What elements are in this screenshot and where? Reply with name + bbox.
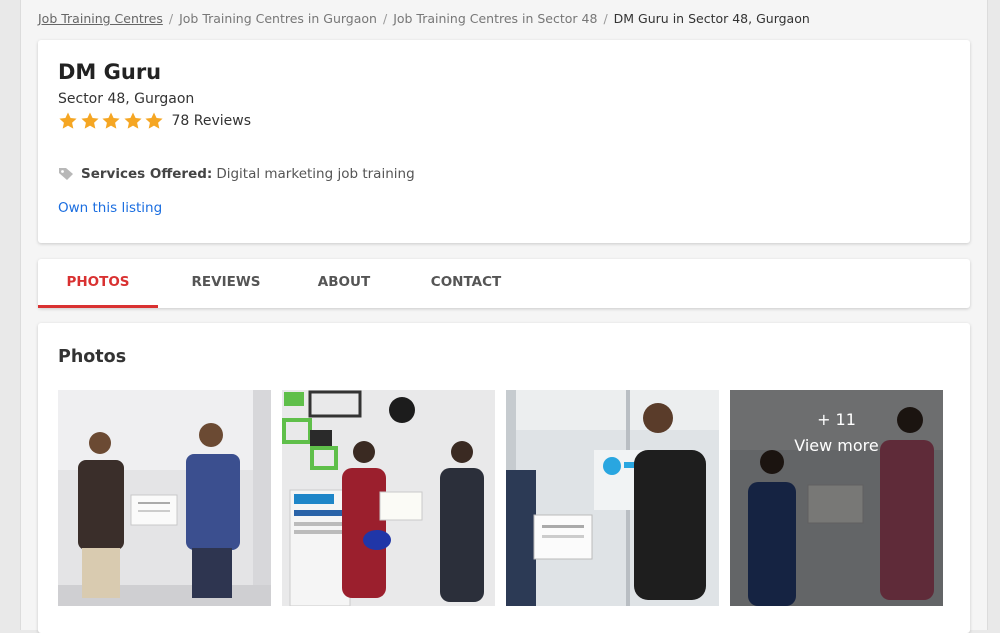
breadcrumb-separator: / <box>168 11 174 26</box>
tab-reviews[interactable]: REVIEWS <box>166 259 286 308</box>
star-icon <box>145 112 163 129</box>
photo-thumbnail-2[interactable] <box>282 390 495 606</box>
own-listing-link[interactable]: Own this listing <box>58 200 162 216</box>
breadcrumb-sector-48[interactable]: Job Training Centres in Sector 48 <box>393 11 597 26</box>
breadcrumb-current: DM Guru in Sector 48, Gurgaon <box>613 11 810 26</box>
business-location: Sector 48, Gurgaon <box>58 91 195 107</box>
services-value: Digital marketing job training <box>216 166 415 182</box>
rating: 78 Reviews <box>58 111 251 131</box>
section-tabs: PHOTOS REVIEWS ABOUT CONTACT <box>38 259 970 308</box>
tab-contact[interactable]: CONTACT <box>406 259 526 308</box>
business-name: DM Guru <box>58 60 162 84</box>
star-icon <box>80 112 99 129</box>
photo-thumbnail-1[interactable] <box>58 390 271 606</box>
photo-thumbnail-4-view-more[interactable]: + 11 View more <box>730 390 943 606</box>
view-more-overlay[interactable]: + 11 View more <box>730 390 943 606</box>
breadcrumb-gurgaon[interactable]: Job Training Centres in Gurgaon <box>179 11 377 26</box>
tab-photos[interactable]: PHOTOS <box>38 259 158 308</box>
star-icon <box>102 112 120 129</box>
page-frame: Job Training Centres / Job Training Centre… <box>20 0 988 633</box>
services-label: Services Offered: <box>81 166 213 182</box>
more-photos-count: + 11 <box>817 410 856 429</box>
business-info-card: DM Guru Sector 48, Gurgaon 78 Reviews Se… <box>38 40 970 243</box>
photo-gallery: + 11 View more <box>58 390 954 606</box>
photos-title: Photos <box>58 347 127 367</box>
breadcrumb-job-training-centres[interactable]: Job Training Centres <box>38 11 163 26</box>
star-rating <box>58 111 166 131</box>
tag-icon <box>59 168 73 180</box>
breadcrumb-separator: / <box>382 11 388 26</box>
photo-certificate-handover-1 <box>58 390 271 606</box>
tab-about[interactable]: ABOUT <box>294 259 394 308</box>
services-offered: Services Offered: Digital marketing job … <box>58 166 415 182</box>
breadcrumb: Job Training Centres / Job Training Centre… <box>38 11 810 26</box>
photo-certificate-handover-3 <box>506 390 719 606</box>
view-more-label: View more <box>794 436 879 455</box>
star-icon <box>123 112 142 129</box>
star-icon <box>59 112 77 129</box>
breadcrumb-separator: / <box>603 11 608 26</box>
photos-card: Photos + 11 View more <box>38 323 970 633</box>
photo-certificate-handover-2 <box>282 390 495 606</box>
photo-thumbnail-3[interactable] <box>506 390 719 606</box>
reviews-count[interactable]: 78 Reviews <box>172 113 252 129</box>
